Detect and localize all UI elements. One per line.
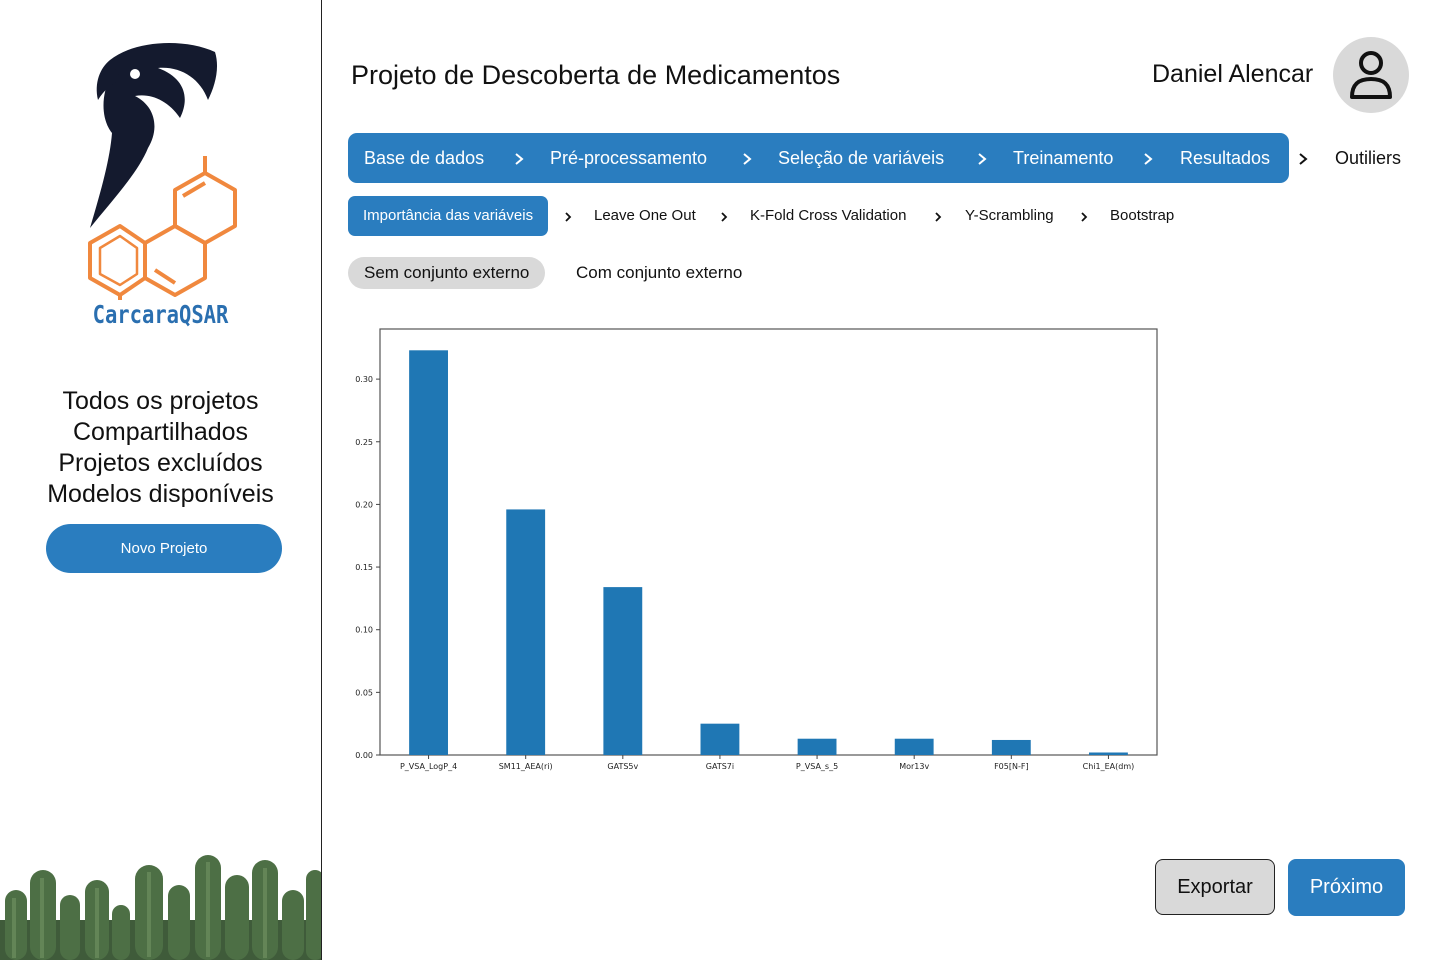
avatar[interactable]	[1333, 37, 1409, 113]
chevron-right-icon	[976, 133, 988, 183]
bar-Chi1_EA(dm)	[1089, 752, 1128, 755]
y-tick-label: 0.05	[355, 688, 373, 697]
chevron-right-icon	[1079, 196, 1089, 236]
page-title: Projeto de Descoberta de Medicamentos	[351, 60, 841, 90]
toggle-without-external[interactable]: Sem conjunto externo	[348, 257, 546, 289]
sidebar-item-models[interactable]: Modelos disponíveis	[0, 479, 321, 510]
logo-text: CarcaraQSAR	[92, 300, 229, 329]
y-tick-label: 0.10	[355, 626, 373, 635]
step-base-de-dados[interactable]: Base de dados	[364, 133, 484, 183]
chevron-right-icon	[513, 133, 525, 183]
x-tick-label: SM11_AEA(ri)	[499, 762, 553, 771]
bar-GATS7i	[700, 723, 740, 755]
bar-F05[N-F]	[991, 739, 1031, 755]
y-tick-label: 0.15	[355, 563, 373, 572]
step-selecao-variaveis[interactable]: Seleção de variáveis	[778, 133, 944, 183]
y-tick-label: 0.30	[355, 375, 373, 384]
x-tick-label: Mor13v	[899, 762, 929, 771]
sidebar-nav: Todos os projetos Compartilhados Projeto…	[0, 386, 321, 510]
chevron-right-icon	[741, 133, 753, 183]
x-tick-label: GATS5v	[607, 762, 638, 771]
next-button[interactable]: Próximo	[1288, 859, 1405, 916]
bar-P_VSA_LogP_4	[409, 350, 448, 755]
bar-Mor13v	[894, 738, 934, 755]
y-tick-label: 0.20	[355, 500, 373, 509]
x-tick-label: P_VSA_s_5	[796, 762, 838, 771]
toggle-with-external[interactable]: Com conjunto externo	[576, 257, 742, 289]
y-tick-label: 0.00	[355, 751, 373, 760]
step-outliers[interactable]: Outiliers	[1335, 133, 1401, 183]
export-button[interactable]: Exportar	[1155, 859, 1275, 915]
user-icon	[1350, 51, 1392, 99]
carcara-logo-icon	[88, 42, 237, 300]
chevron-right-icon	[1142, 133, 1154, 183]
x-tick-label: Chi1_EA(dm)	[1083, 762, 1135, 771]
bar-P_VSA_s_5	[797, 738, 837, 755]
user-name: Daniel Alencar	[1152, 60, 1314, 88]
chevron-right-icon	[933, 196, 943, 236]
chevron-right-icon	[563, 196, 573, 236]
sidebar: CarcaraQSAR Todos os projetos Compartilh…	[0, 0, 322, 960]
substep-kfold[interactable]: K-Fold Cross Validation	[750, 196, 906, 236]
variable-importance-chart: 0.00 0.05 0.10 0.15 0.20 0.25 0.30 P_VSA_LogP_4…	[355, 328, 1158, 771]
substep-leave-one-out[interactable]: Leave One Out	[594, 196, 696, 236]
chevron-right-icon	[719, 196, 729, 236]
step-resultados[interactable]: Resultados	[1180, 133, 1270, 183]
x-tick-label: F05[N-F]	[994, 762, 1029, 771]
sidebar-item-all-projects[interactable]: Todos os projetos	[0, 386, 321, 417]
chevron-right-icon	[1297, 133, 1309, 183]
bar-GATS5v	[603, 587, 643, 755]
y-tick-label: 0.25	[355, 438, 373, 447]
substep-importancia[interactable]: Importância das variáveis	[348, 196, 549, 236]
step-treinamento[interactable]: Treinamento	[1013, 133, 1113, 183]
substep-y-scrambling[interactable]: Y-Scrambling	[965, 196, 1054, 236]
substep-bootstrap[interactable]: Bootstrap	[1110, 196, 1174, 236]
chart-plot-area	[379, 328, 1158, 756]
x-tick-label: GATS7i	[706, 762, 734, 771]
sidebar-item-deleted[interactable]: Projetos excluídos	[0, 448, 321, 479]
bar-SM11_AEA(ri)	[506, 509, 546, 755]
x-tick-label: P_VSA_LogP_4	[400, 762, 457, 771]
new-project-button[interactable]: Novo Projeto	[46, 524, 282, 573]
sidebar-item-shared[interactable]: Compartilhados	[0, 417, 321, 448]
step-pre-processamento[interactable]: Pré-processamento	[550, 133, 707, 183]
cactus-image	[0, 855, 321, 960]
